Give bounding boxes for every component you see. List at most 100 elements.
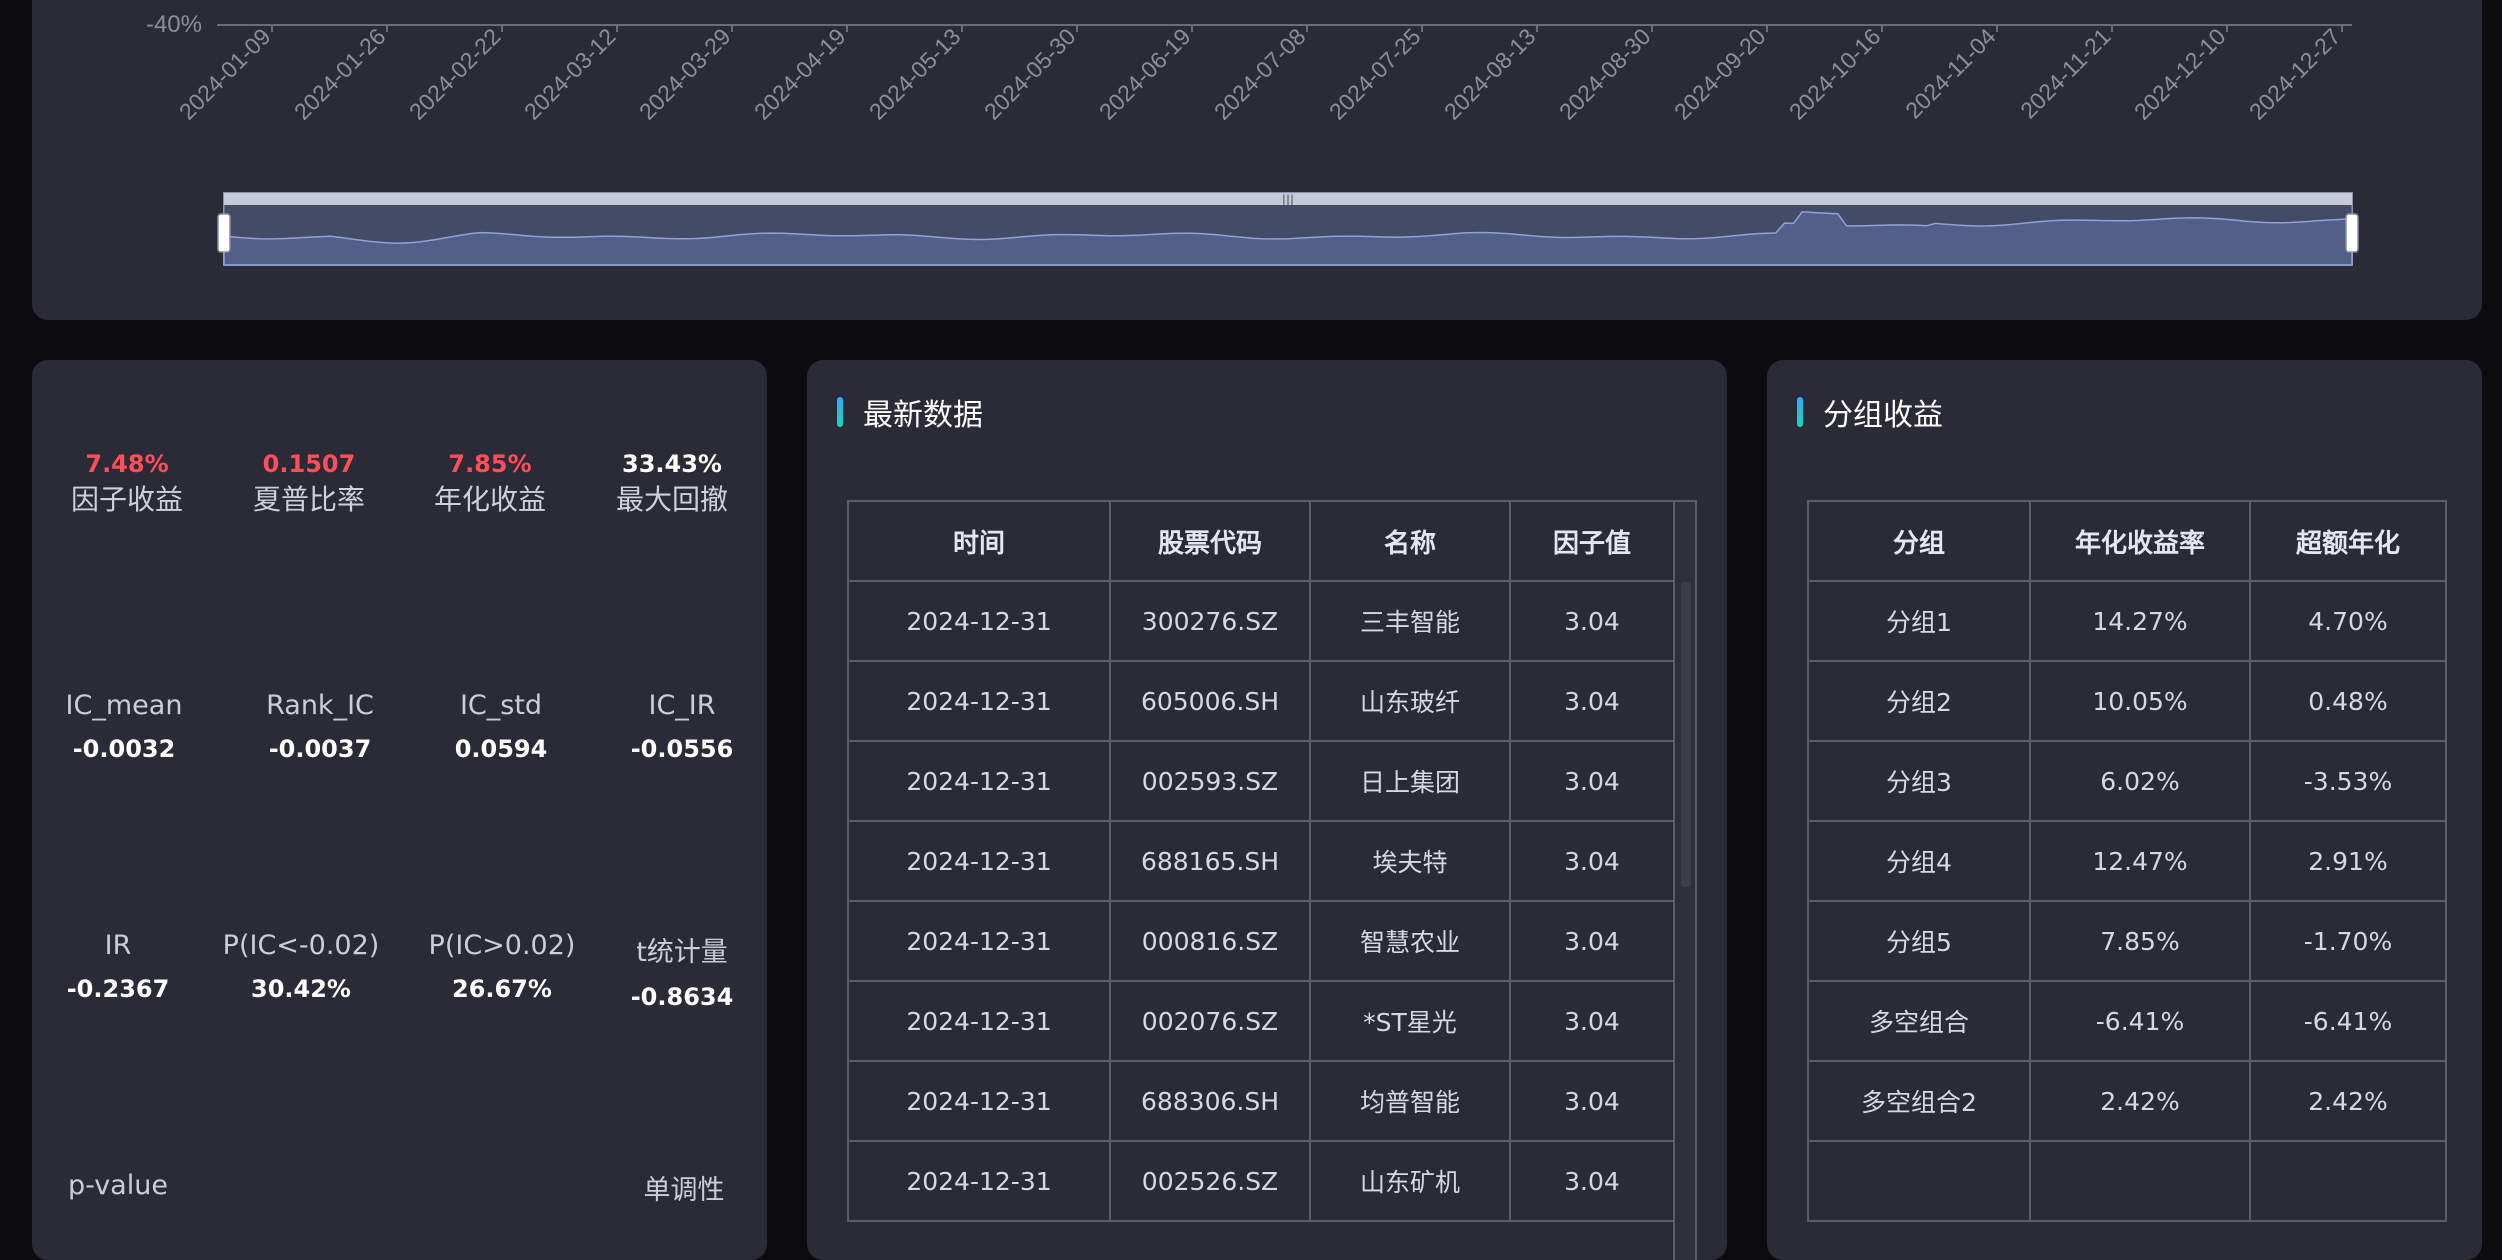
metric-label: 年化收益 (433, 483, 547, 516)
x-axis-ticks: 2024-01-09 2024-01-26 2024-02-22 2024-03-12… (174, 23, 2346, 125)
table-cell: 3.04 (1509, 820, 1675, 902)
metric-label: 最大回撤 (615, 483, 729, 516)
table-cell: 山东矿机 (1309, 1140, 1511, 1222)
table-cell: 多空组合2 (1807, 1060, 2031, 1142)
latest-data-table-container[interactable]: 时间 股票代码 名称 因子值 2024-12-31 300276.SZ 三丰智能 3.04 2… (847, 500, 1697, 1260)
factor-metrics-panel: 7.48% 因子收益 0.1507 夏普比率 7.85% 年化收益 33.43%… (32, 360, 767, 1260)
x-tick-label: 2024-12-27 (2244, 23, 2346, 125)
metric-monotonicity: 单调性 (644, 1168, 725, 1207)
metric-value: 30.42% (251, 975, 351, 1003)
metric-ir: IR -0.2367 (67, 930, 170, 1003)
table-cell: 2.42% (2249, 1060, 2447, 1142)
table-cell: 2.91% (2249, 820, 2447, 902)
table-cell: 3.04 (1509, 1060, 1675, 1142)
metric-factor-return: 7.48% 因子收益 (71, 450, 183, 518)
table-cell: 2024-12-31 (847, 740, 1111, 822)
table-cell: -6.41% (2029, 980, 2251, 1062)
table-cell: 002076.SZ (1109, 980, 1311, 1062)
table-row[interactable]: 多空组合 -6.41% -6.41% (1807, 980, 2447, 1062)
metric-value: -0.0037 (268, 735, 372, 763)
column-header[interactable]: 分组 (1807, 500, 2031, 582)
x-tick-label: 2024-03-29 (634, 23, 736, 125)
metric-p-ic-negative: P(IC<-0.02) 30.42% (223, 930, 380, 1003)
table-cell: -6.41% (2249, 980, 2447, 1062)
metric-label: 夏普比率 (252, 483, 366, 516)
column-header[interactable]: 因子值 (1509, 500, 1675, 582)
data-zoom-slider[interactable]: ||| (217, 192, 2359, 266)
metric-label: P(IC<-0.02) (222, 930, 380, 961)
table-cell (2029, 1140, 2251, 1222)
x-tick-label: 2024-01-26 (289, 23, 391, 125)
table-cell: 4.70% (2249, 580, 2447, 662)
table-cell: 多空组合 (1807, 980, 2031, 1062)
zoom-drag-grip-icon[interactable]: ||| (1282, 193, 1294, 207)
column-header[interactable]: 超额年化 (2249, 500, 2447, 582)
table-cell: 300276.SZ (1109, 580, 1311, 662)
table-row[interactable]: 分组2 10.05% 0.48% (1807, 660, 2447, 742)
table-cell (1807, 1140, 2031, 1222)
latest-data-panel: 最新数据 时间 股票代码 名称 因子值 2024-12-31 300276.SZ 三丰智能… (807, 360, 1727, 1260)
table-row[interactable]: 2024-12-31 002593.SZ 日上集团 3.04 (847, 740, 1675, 822)
column-header[interactable]: 股票代码 (1109, 500, 1311, 582)
table-cell: 688306.SH (1109, 1060, 1311, 1142)
table-cell: 山东玻纤 (1309, 660, 1511, 742)
table-row[interactable]: 2024-12-31 688165.SH 埃夫特 3.04 (847, 820, 1675, 902)
metric-value: 7.85% (448, 450, 532, 478)
metric-ic-std: IC_std 0.0594 (455, 690, 548, 763)
table-cell: 2024-12-31 (847, 900, 1111, 982)
latest-data-table: 时间 股票代码 名称 因子值 2024-12-31 300276.SZ 三丰智能 3.04 2… (847, 500, 1675, 1222)
table-row[interactable]: 分组5 7.85% -1.70% (1807, 900, 2447, 982)
table-header-row: 时间 股票代码 名称 因子值 (847, 500, 1675, 582)
column-header[interactable]: 年化收益率 (2029, 500, 2251, 582)
table-cell: 3.04 (1509, 1140, 1675, 1222)
table-row[interactable]: 2024-12-31 002526.SZ 山东矿机 3.04 (847, 1140, 1675, 1222)
group-returns-table: 分组 年化收益率 超额年化 分组1 14.27% 4.70% 分组2 10.05% 0.48%… (1807, 500, 2447, 1222)
table-row[interactable] (1807, 1140, 2447, 1222)
table-scrollbar[interactable] (1673, 500, 1697, 1260)
table-row[interactable]: 分组1 14.27% 4.70% (1807, 580, 2447, 662)
table-row[interactable]: 2024-12-31 000816.SZ 智慧农业 3.04 (847, 900, 1675, 982)
scrollbar-thumb[interactable] (1681, 582, 1691, 887)
table-row[interactable]: 分组4 12.47% 2.91% (1807, 820, 2447, 902)
metric-value: 33.43% (622, 450, 722, 478)
table-cell: 2.42% (2029, 1060, 2251, 1142)
table-row[interactable]: 2024-12-31 300276.SZ 三丰智能 3.04 (847, 580, 1675, 662)
zoom-handle-right[interactable] (2345, 213, 2359, 253)
zoom-handle-left[interactable] (217, 213, 231, 253)
column-header[interactable]: 名称 (1309, 500, 1511, 582)
x-tick-label: 2024-07-08 (1209, 23, 1311, 125)
metric-value: -0.0032 (72, 735, 176, 763)
metric-p-ic-positive: P(IC>0.02) 26.67% (429, 930, 576, 1003)
table-row[interactable]: 2024-12-31 605006.SH 山东玻纤 3.04 (847, 660, 1675, 742)
metric-label: p-value (68, 1170, 168, 1201)
x-tick-label: 2024-08-30 (1554, 23, 1656, 125)
table-cell: 2024-12-31 (847, 820, 1111, 902)
table-row[interactable]: 多空组合2 2.42% 2.42% (1807, 1060, 2447, 1142)
table-cell: *ST星光 (1309, 980, 1511, 1062)
table-row[interactable]: 2024-12-31 688306.SH 均普智能 3.04 (847, 1060, 1675, 1142)
metric-label: IC_std (459, 690, 543, 721)
metric-label: t统计量 (636, 937, 728, 968)
table-row[interactable]: 2024-12-31 002076.SZ *ST星光 3.04 (847, 980, 1675, 1062)
x-tick-label: 2024-02-22 (404, 23, 506, 125)
metric-label: 因子收益 (70, 483, 184, 516)
column-header[interactable]: 时间 (847, 500, 1111, 582)
panel-title: 分组收益 (1797, 390, 1943, 434)
table-cell: 3.04 (1509, 660, 1675, 742)
table-cell: 3.04 (1509, 740, 1675, 822)
metric-value: 0.0594 (454, 735, 548, 763)
table-cell: 10.05% (2029, 660, 2251, 742)
table-cell: 2024-12-31 (847, 1060, 1111, 1142)
x-tick-label: 2024-10-16 (1784, 23, 1886, 125)
table-cell: 14.27% (2029, 580, 2251, 662)
net-value-chart-panel: -40% 2024-01-09 2024-01-26 2024-02-22 2024-… (32, 0, 2482, 320)
group-returns-panel: 分组收益 分组 年化收益率 超额年化 分组1 14.27% 4.70% 分组2 10.05%… (1767, 360, 2482, 1260)
metric-p-value: p-value (68, 1170, 168, 1201)
table-cell: 3.04 (1509, 980, 1675, 1062)
table-cell: 2024-12-31 (847, 1140, 1111, 1222)
table-cell: 2024-12-31 (847, 980, 1111, 1062)
table-row[interactable]: 分组3 6.02% -3.53% (1807, 740, 2447, 822)
table-cell (2249, 1140, 2447, 1222)
group-returns-table-container[interactable]: 分组 年化收益率 超额年化 分组1 14.27% 4.70% 分组2 10.05% 0.48%… (1807, 500, 2447, 1260)
title-accent-bar (837, 397, 843, 427)
